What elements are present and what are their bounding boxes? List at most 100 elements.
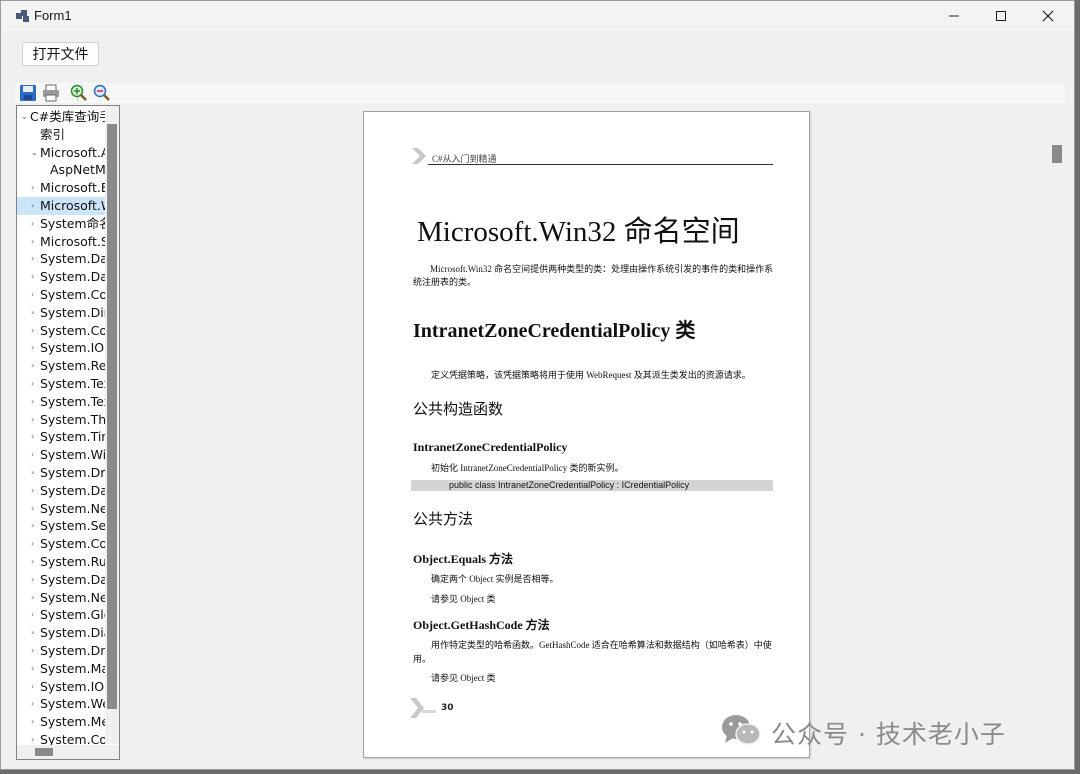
expand-chevron-right-icon[interactable]: › — [31, 464, 34, 482]
tree-node-label: System.Wel — [40, 696, 105, 712]
tree-node[interactable]: › System.Dat — [17, 250, 105, 268]
expand-chevron-right-icon[interactable]: › — [31, 215, 34, 233]
expand-chevron-right-icon[interactable]: › — [31, 517, 34, 535]
doc-title: Microsoft.Win32 命名空间 — [417, 216, 740, 248]
tree-horizontal-scroll-thumb[interactable] — [35, 748, 53, 756]
open-file-button[interactable]: 打开文件 — [22, 42, 99, 66]
tree-node[interactable]: › System.Coll — [17, 535, 105, 553]
intro-line-2: 统注册表的类。 — [413, 277, 477, 287]
tree-node[interactable]: › Microsoft.B — [17, 179, 105, 197]
close-icon — [1042, 10, 1054, 22]
tree-node[interactable]: › System.Dat — [17, 482, 105, 500]
expand-chevron-right-icon[interactable]: › — [31, 375, 34, 393]
expand-chevron-right-icon[interactable]: › — [31, 179, 34, 197]
tree-node[interactable]: › System.IO 命 — [17, 339, 105, 357]
print-icon[interactable] — [42, 84, 60, 102]
tree-node[interactable]: › System.Dra — [17, 642, 105, 660]
chevron-logo-icon — [412, 148, 426, 164]
tree-node[interactable]: › System.Net — [17, 589, 105, 607]
expand-chevron-right-icon[interactable]: › — [31, 553, 34, 571]
tree-node[interactable]: › System.Dat — [17, 571, 105, 589]
tree-node[interactable]: ⌄ C#类库查询手 — [17, 108, 105, 126]
tree-node-label: System.Text — [40, 393, 105, 409]
tree-node-label: System.Cor — [40, 322, 105, 338]
tree-node[interactable]: › System.Win — [17, 446, 105, 464]
tree-node-label: System.Dat — [40, 482, 105, 498]
tree-node[interactable]: › System.Mes — [17, 713, 105, 731]
bookmark-tree[interactable]: ⌄ C#类库查询手 索引 ⌄ Microsoft.A AspNetM › Microsoft.… — [16, 105, 120, 760]
tree-node-label: System.Dat — [40, 251, 105, 267]
tree-node[interactable]: › System.Refl — [17, 357, 105, 375]
close-button[interactable] — [1025, 1, 1071, 31]
tree-node[interactable]: › System.Coll — [17, 286, 105, 304]
tree-node[interactable]: › System.Text — [17, 375, 105, 393]
tree-node-label: System.Dat — [40, 269, 105, 285]
title-bar[interactable]: Form1 — [1, 1, 1074, 31]
tree-node[interactable]: › System.Sec — [17, 517, 105, 535]
expand-chevron-right-icon[interactable]: › — [31, 642, 34, 660]
code-text: public class IntranetZoneCredentialPolic… — [449, 480, 690, 490]
maximize-button[interactable] — [978, 1, 1024, 31]
tree-node-label: Microsoft.B — [40, 180, 105, 196]
tree-node[interactable]: › Microsoft.S — [17, 233, 105, 251]
viewer-vertical-scrollbar[interactable] — [1050, 105, 1065, 760]
expand-chevron-right-icon[interactable]: › — [31, 606, 34, 624]
method-equals-name: Object.Equals 方法 — [413, 552, 514, 566]
tree-node[interactable]: › System.Net — [17, 500, 105, 518]
method-gethashcode-see-also: 请参见 Object 类 — [431, 673, 496, 683]
expand-chevron-right-icon[interactable]: › — [31, 695, 34, 713]
tree-node[interactable]: › System.Tim — [17, 428, 105, 446]
tree-node[interactable]: › System.Text — [17, 393, 105, 411]
tree-vertical-scrollbar[interactable] — [105, 106, 119, 744]
tree-node[interactable]: › System.Dra — [17, 464, 105, 482]
tree-node[interactable]: › Microsoft.W — [17, 197, 105, 215]
expand-chevron-right-icon[interactable]: › — [31, 322, 34, 340]
tree-node[interactable]: › System.Run — [17, 553, 105, 571]
tree-node[interactable]: ⌄ Microsoft.A — [17, 144, 105, 162]
expand-chevron-right-icon[interactable]: › — [31, 411, 34, 429]
expand-chevron-right-icon[interactable]: › — [31, 589, 34, 607]
tree-horizontal-scrollbar[interactable] — [17, 745, 119, 759]
tree-vertical-scroll-thumb[interactable] — [107, 124, 117, 709]
tree-node[interactable]: › System.Dire — [17, 304, 105, 322]
tree-node[interactable]: AspNetM — [17, 161, 105, 179]
expand-chevron-down-icon[interactable]: ⌄ — [31, 144, 38, 162]
tree-node[interactable]: › System命名 — [17, 215, 105, 233]
expand-chevron-right-icon[interactable]: › — [31, 535, 34, 553]
expand-chevron-right-icon[interactable]: › — [31, 713, 34, 731]
expand-chevron-right-icon[interactable]: › — [31, 357, 34, 375]
tree-node[interactable]: › System.Cor — [17, 322, 105, 340]
tree-node[interactable]: › System.Glo — [17, 606, 105, 624]
tree-node[interactable]: › System.Mar — [17, 660, 105, 678]
save-icon[interactable] — [19, 84, 37, 102]
tree-node[interactable]: › System.Wel — [17, 695, 105, 713]
expand-chevron-right-icon[interactable]: › — [31, 268, 34, 286]
expand-chevron-right-icon[interactable]: › — [31, 446, 34, 464]
expand-chevron-right-icon[interactable]: › — [31, 250, 34, 268]
zoom-in-icon[interactable] — [70, 84, 88, 102]
expand-chevron-down-icon[interactable]: ⌄ — [21, 108, 28, 126]
tree-node[interactable]: › System.Dat — [17, 268, 105, 286]
tree-node[interactable]: 索引 — [17, 126, 105, 144]
tree-node-label: System.Net — [40, 589, 105, 605]
expand-chevron-right-icon[interactable]: › — [31, 304, 34, 322]
viewer-vertical-scroll-thumb[interactable] — [1052, 145, 1062, 163]
expand-chevron-right-icon[interactable]: › — [31, 393, 34, 411]
expand-chevron-right-icon[interactable]: › — [31, 571, 34, 589]
expand-chevron-right-icon[interactable]: › — [31, 482, 34, 500]
tree-node[interactable]: › System.IO.P — [17, 678, 105, 696]
expand-chevron-right-icon[interactable]: › — [31, 500, 34, 518]
zoom-out-icon[interactable] — [93, 84, 111, 102]
expand-chevron-right-icon[interactable]: › — [31, 197, 34, 215]
tree-node[interactable]: › System.Thr — [17, 411, 105, 429]
expand-chevron-right-icon[interactable]: › — [31, 624, 34, 642]
minimize-button[interactable] — [931, 1, 977, 31]
expand-chevron-right-icon[interactable]: › — [31, 286, 34, 304]
expand-chevron-right-icon[interactable]: › — [31, 233, 34, 251]
expand-chevron-right-icon[interactable]: › — [31, 660, 34, 678]
expand-chevron-right-icon[interactable]: › — [31, 339, 34, 357]
tree-node[interactable]: › System.Diag — [17, 624, 105, 642]
expand-chevron-right-icon[interactable]: › — [31, 428, 34, 446]
tree-node-label: System.Dra — [40, 643, 105, 658]
expand-chevron-right-icon[interactable]: › — [31, 678, 34, 696]
